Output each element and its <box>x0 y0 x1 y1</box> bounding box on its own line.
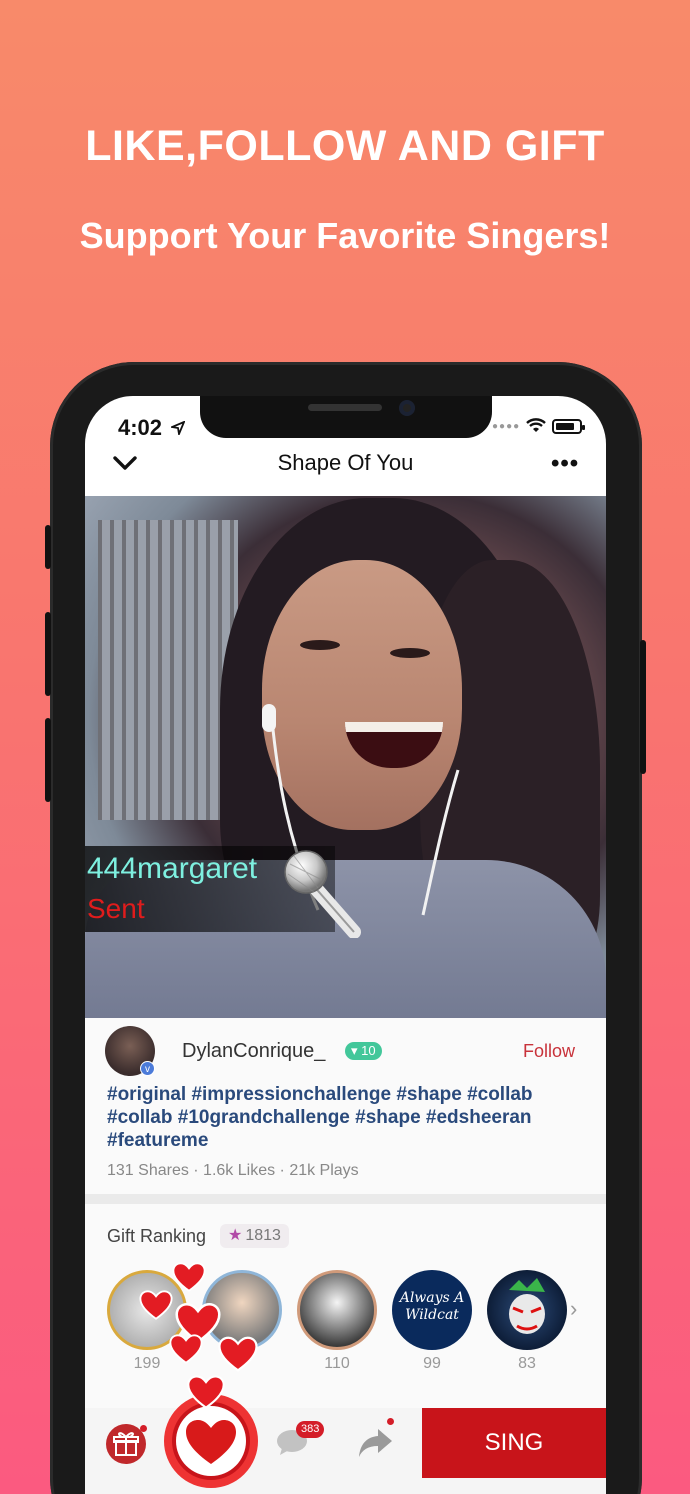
phone-volume-up <box>45 612 51 696</box>
phone-speaker <box>308 404 382 411</box>
verified-badge-icon: v <box>140 1061 155 1076</box>
share-icon[interactable] <box>358 1425 394 1459</box>
signal-icon: ●●●● <box>492 420 521 432</box>
gift-sender-name: 444margaret <box>87 852 258 885</box>
video-eye-left <box>300 640 340 650</box>
share-notification-dot <box>387 1418 394 1425</box>
floating-heart-icon <box>187 1375 225 1409</box>
donor-avatar[interactable] <box>297 1270 377 1350</box>
gift-ranking-total: ★ 1813 <box>220 1224 289 1248</box>
hashtags[interactable]: #original #impressionchallenge #shape #c… <box>107 1083 597 1152</box>
gift-notification-dot <box>140 1425 147 1432</box>
gift-sent-label: Sent <box>87 893 145 924</box>
phone-volume-down <box>45 718 51 802</box>
song-title: Shape Of You <box>277 450 414 475</box>
level-badge: ▾ 10 <box>345 1042 382 1060</box>
star-icon: ★ <box>228 1227 243 1244</box>
phone-power-button <box>640 640 646 774</box>
donor-value: 110 <box>324 1355 350 1372</box>
microphone-icon <box>284 850 361 938</box>
post-stats: 131 Shares · 1.6k Likes · 21k Plays <box>107 1162 359 1179</box>
floating-heart-icon <box>218 1336 258 1372</box>
status-time: 4:02 <box>118 415 186 441</box>
heart-icon <box>186 1420 236 1464</box>
floating-heart-icon <box>169 1334 203 1364</box>
comment-count-badge: 383 <box>296 1421 325 1438</box>
floating-heart-icon <box>139 1290 173 1320</box>
promo-subline: Support Your Favorite Singers! <box>79 215 611 256</box>
more-options-icon[interactable]: ••• <box>551 450 579 478</box>
sing-button[interactable]: SING <box>422 1408 606 1478</box>
floating-heart-icon <box>172 1262 206 1292</box>
follow-button[interactable]: Follow <box>523 1041 575 1062</box>
wifi-icon <box>526 418 547 432</box>
donor-avatar[interactable]: Always A Wildcat <box>392 1270 472 1350</box>
donor-character-icon <box>509 1278 545 1334</box>
status-icons: ●●●● <box>492 418 586 434</box>
gift-ranking-label[interactable]: Gift Ranking <box>107 1226 206 1247</box>
donor-value: 99 <box>423 1355 441 1372</box>
phone-silent-switch <box>45 525 51 569</box>
phone-camera <box>399 400 415 416</box>
chevron-right-icon[interactable]: › <box>570 1296 577 1322</box>
donor-avatar[interactable] <box>487 1270 567 1350</box>
location-icon <box>168 420 186 438</box>
post-username[interactable]: DylanConrique_ <box>182 1040 325 1063</box>
promo-headline: LIKE,FOLLOW AND GIFT <box>85 122 605 170</box>
battery-icon <box>552 418 586 434</box>
phone-notch <box>200 396 492 438</box>
video-eye-right <box>390 648 430 658</box>
section-divider <box>85 1194 606 1204</box>
video-background-window <box>98 520 238 820</box>
donor-value: 83 <box>518 1355 536 1372</box>
